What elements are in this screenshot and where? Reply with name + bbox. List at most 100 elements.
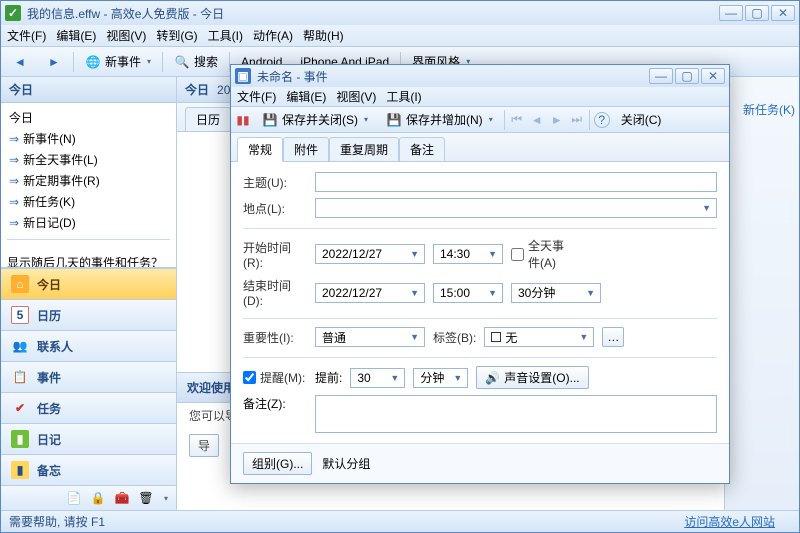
globe-icon: 🌐	[85, 54, 101, 70]
dlg-menu-view[interactable]: 视图(V)	[336, 88, 376, 105]
left-header: 今日	[1, 77, 176, 103]
end-time-picker[interactable]: 15:00▼	[433, 283, 503, 303]
dialog-minimize[interactable]: —	[649, 68, 673, 84]
dlg-close-button[interactable]: 关闭(C)	[614, 108, 669, 131]
dialog-close[interactable]: ✕	[701, 68, 725, 84]
dialog-icon: ▣	[235, 68, 251, 84]
side-new-allday[interactable]: ⇒新全天事件(L)	[7, 149, 170, 170]
side-days-label: 显示随后几天的事件和任务？ (S)	[7, 254, 170, 268]
window-title: 我的信息.effw - 高效e人免费版 - 今日	[27, 5, 719, 22]
group-button[interactable]: 组别(G)...	[243, 452, 312, 475]
new-task-link[interactable]: 新任务(K)	[729, 101, 795, 118]
nav-next-button[interactable]: ►	[549, 112, 565, 128]
main-menubar: 文件(F) 编辑(E) 视图(V) 转到(G) 工具(I) 动作(A) 帮助(H…	[1, 25, 799, 47]
menu-view[interactable]: 视图(V)	[106, 27, 146, 44]
tag-combo[interactable]: 无▼	[484, 327, 594, 347]
importance-label: 重要性(I):	[243, 329, 307, 346]
nav-first-button[interactable]: ⏮	[509, 112, 525, 128]
side-new-event[interactable]: ⇒新事件(N)	[7, 128, 170, 149]
importance-combo[interactable]: 普通▼	[315, 327, 425, 347]
chart-icon[interactable]: ▮▮	[235, 112, 251, 128]
menu-goto[interactable]: 转到(G)	[156, 27, 197, 44]
menu-edit[interactable]: 编辑(E)	[56, 27, 96, 44]
menu-action[interactable]: 动作(A)	[253, 27, 293, 44]
save-icon: 💾	[262, 112, 278, 128]
group-value: 默认分组	[322, 455, 370, 472]
status-help: 需要帮助, 请按 F1	[9, 513, 105, 530]
tool-icon-3[interactable]: 🧰	[114, 490, 130, 506]
side-new-diary[interactable]: ⇒新日记(D)	[7, 212, 170, 233]
location-combo[interactable]: ▼	[315, 198, 717, 218]
save-add-button[interactable]: 💾保存并增加(N)	[379, 108, 500, 131]
chevron-down-icon[interactable]: ▼	[699, 203, 714, 213]
dialog-title: 未命名 - 事件	[257, 68, 649, 85]
statusbar: 需要帮助, 请按 F1 访问高效e人网站	[1, 510, 799, 532]
tag-more-button[interactable]: …	[602, 327, 624, 347]
remind-unit-combo[interactable]: 分钟▼	[413, 368, 468, 388]
end-label: 结束时间(D):	[243, 277, 307, 308]
side-new-task[interactable]: ⇒新任务(K)	[7, 191, 170, 212]
contacts-icon: 👥	[11, 337, 29, 355]
remind-num-combo[interactable]: 30▼	[350, 368, 405, 388]
search-button[interactable]: 🔍搜索	[167, 50, 225, 73]
start-date-picker[interactable]: 2022/12/27▼	[315, 244, 425, 264]
subject-input[interactable]	[315, 172, 717, 192]
duration-combo[interactable]: 30分钟▼	[511, 283, 601, 303]
nav-tasks[interactable]: ✔任务	[1, 392, 176, 423]
search-icon: 🔍	[174, 54, 190, 70]
allday-checkbox[interactable]: 全天事件(A)	[511, 237, 575, 271]
nav-today[interactable]: ⌂今日	[1, 268, 176, 299]
dlg-tab-attach[interactable]: 附件	[283, 137, 329, 161]
status-link[interactable]: 访问高效e人网站	[684, 513, 775, 530]
sound-button[interactable]: 🔊声音设置(O)...	[476, 366, 588, 389]
side-group-today[interactable]: 今日	[7, 107, 170, 128]
tool-icon-4[interactable]: 🗑	[138, 490, 154, 506]
nav-prev-button[interactable]: ◄	[529, 112, 545, 128]
nav-back-button[interactable]: ◄	[5, 51, 35, 73]
new-event-button[interactable]: 🌐新事件	[78, 50, 158, 73]
end-date-picker[interactable]: 2022/12/27▼	[315, 283, 425, 303]
bottom-icon-bar: 📄 🔒 🧰 🗑	[1, 485, 176, 510]
nav-notes[interactable]: ▮备忘	[1, 454, 176, 485]
minimize-button[interactable]: —	[719, 5, 743, 21]
nav-events[interactable]: 📋事件	[1, 361, 176, 392]
before-label: 提前:	[315, 369, 342, 386]
close-button[interactable]: ✕	[771, 5, 795, 21]
center-tab-calendar[interactable]: 日历	[185, 107, 231, 131]
tasks-icon: ✔	[11, 399, 29, 417]
nav-calendar[interactable]: 5日历	[1, 299, 176, 330]
start-time-picker[interactable]: 14:30▼	[433, 244, 503, 264]
main-titlebar: ✓ 我的信息.effw - 高效e人免费版 - 今日 — ▢ ✕	[1, 1, 799, 25]
dlg-menu-tools[interactable]: 工具(I)	[386, 88, 421, 105]
dlg-menu-edit[interactable]: 编辑(E)	[286, 88, 326, 105]
save-close-button[interactable]: 💾保存并关闭(S)	[255, 108, 375, 131]
tool-icon-1[interactable]: 📄	[66, 490, 82, 506]
nav-fwd-button[interactable]: ►	[39, 51, 69, 73]
dlg-tab-recur[interactable]: 重复周期	[329, 137, 399, 161]
notes-textarea[interactable]	[315, 395, 717, 433]
remind-checkbox[interactable]: 提醒(M):	[243, 369, 307, 386]
save-add-icon: 💾	[386, 112, 402, 128]
nav-contacts[interactable]: 👥联系人	[1, 330, 176, 361]
dlg-menu-file[interactable]: 文件(F)	[237, 88, 276, 105]
dlg-tab-notes[interactable]: 备注	[399, 137, 445, 161]
dialog-maximize[interactable]: ▢	[675, 68, 699, 84]
dlg-tab-general[interactable]: 常规	[237, 137, 283, 162]
nav-diary[interactable]: ▮日记	[1, 423, 176, 454]
tag-label: 标签(B):	[433, 329, 476, 346]
maximize-button[interactable]: ▢	[745, 5, 769, 21]
side-new-recurring[interactable]: ⇒新定期事件(R)	[7, 170, 170, 191]
menu-help[interactable]: 帮助(H)	[303, 27, 344, 44]
left-pane: 今日 今日 ⇒新事件(N) ⇒新全天事件(L) ⇒新定期事件(R) ⇒新任务(K…	[1, 77, 177, 510]
tool-icon-2[interactable]: 🔒	[90, 490, 106, 506]
help-button[interactable]: ?	[594, 112, 610, 128]
tag-color-icon	[491, 332, 501, 342]
forward-icon: ►	[46, 54, 62, 70]
menu-file[interactable]: 文件(F)	[7, 27, 46, 44]
menu-tools[interactable]: 工具(I)	[208, 27, 243, 44]
tool-more[interactable]	[162, 490, 168, 506]
calendar-icon: 5	[11, 306, 29, 324]
nav-last-button[interactable]: ⏭	[569, 112, 585, 128]
import-button[interactable]: 导	[189, 434, 219, 457]
right-pane: 新任务(K)	[724, 77, 799, 510]
